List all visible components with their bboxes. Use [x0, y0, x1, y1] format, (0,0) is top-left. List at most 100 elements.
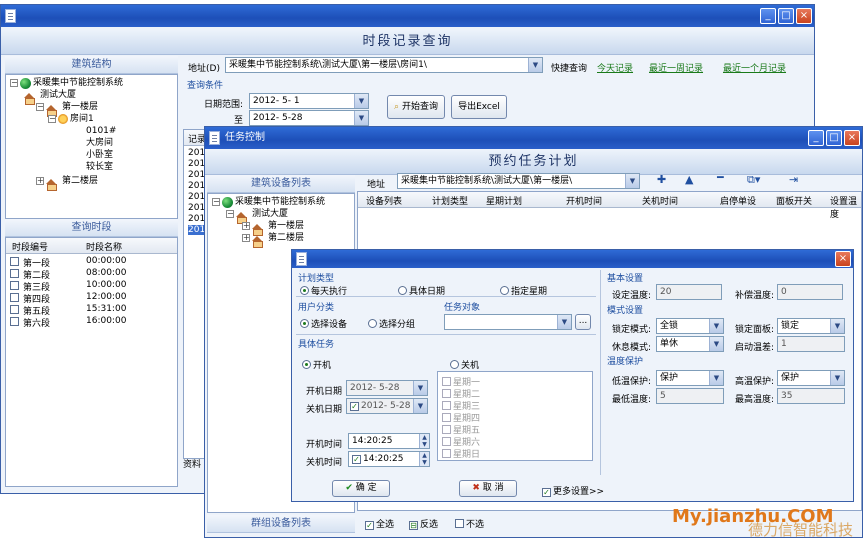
checkbox[interactable]: [442, 377, 451, 386]
chevron-down-icon[interactable]: ▼: [413, 399, 427, 413]
checkbox[interactable]: [442, 389, 451, 398]
chevron-down-icon[interactable]: ▼: [354, 94, 368, 108]
browse-button[interactable]: ...: [575, 314, 591, 330]
radio[interactable]: [368, 319, 377, 328]
date-to-input[interactable]: 2012- 5-28 ▼: [249, 110, 369, 126]
last-month-link[interactable]: 最近一个月记录: [723, 61, 786, 74]
date-from-input[interactable]: 2012- 5- 1 ▼: [249, 93, 369, 109]
maximize-icon[interactable]: □: [826, 130, 842, 146]
tree-node-floor2[interactable]: + 第二楼层: [242, 232, 304, 248]
period-row[interactable]: 第五段 15:31:00: [6, 304, 177, 317]
chevron-down-icon[interactable]: ▼: [709, 337, 723, 351]
rest-mode-select[interactable]: 单休 ▼: [656, 336, 724, 352]
last-week-link[interactable]: 最近一周记录: [649, 61, 703, 74]
task-control-titlebar[interactable]: 任务控制 _ □ ×: [205, 127, 862, 149]
stepper-icon[interactable]: ▲ ▼: [419, 434, 429, 448]
select-none-option[interactable]: 不选: [455, 517, 484, 530]
start-query-button[interactable]: ⌕ 开始查询: [387, 95, 445, 119]
checkbox[interactable]: [442, 413, 451, 422]
chevron-down-icon[interactable]: ▼: [557, 315, 571, 329]
tree-node-device[interactable]: 小卧室: [86, 149, 113, 161]
lock-mode-select[interactable]: 全锁 ▼: [656, 318, 724, 334]
checkbox[interactable]: [442, 437, 451, 446]
confirm-button[interactable]: ✔ 确 定: [332, 480, 390, 497]
radio[interactable]: [300, 319, 309, 328]
chevron-down-icon[interactable]: ▼: [830, 319, 844, 333]
chevron-down-icon[interactable]: ▼: [625, 174, 639, 188]
tree-node-device[interactable]: 0101#: [86, 125, 116, 137]
checkbox[interactable]: ✓: [542, 488, 551, 497]
set-temp-input[interactable]: 20: [656, 284, 722, 300]
off-date-input[interactable]: ✓ 2012- 5-28 ▼: [346, 398, 428, 414]
more-settings-toggle[interactable]: ✓ 更多设置>>: [542, 484, 604, 497]
copy-icon[interactable]: ⧉▾: [747, 173, 760, 187]
cancel-button[interactable]: ✖ 取 消: [459, 480, 517, 497]
chevron-down-icon[interactable]: ▼: [528, 58, 542, 72]
address-combo[interactable]: 采暖集中节能控制系统\测试大厦\第一楼层\ ▼: [397, 173, 640, 189]
checkbox[interactable]: [10, 317, 19, 326]
radio[interactable]: [450, 360, 459, 369]
min-temp-input[interactable]: 5: [656, 388, 724, 404]
exit-icon[interactable]: ⇥: [789, 173, 798, 186]
checkbox[interactable]: [455, 519, 464, 528]
max-temp-input[interactable]: 35: [777, 388, 845, 404]
add-icon[interactable]: ✚: [657, 173, 666, 186]
record-row[interactable]: 201: [188, 225, 206, 235]
records-window-titlebar[interactable]: _ □ ×: [1, 5, 814, 27]
tree-node-floor2[interactable]: + 第二楼层: [36, 175, 98, 191]
chevron-down-icon[interactable]: ▼: [709, 371, 723, 385]
period-row[interactable]: 第一段 00:00:00: [6, 256, 177, 269]
checkbox[interactable]: [10, 257, 19, 266]
period-row[interactable]: 第六段 16:00:00: [6, 316, 177, 329]
record-row[interactable]: 201: [188, 214, 205, 224]
checkbox[interactable]: ⊟: [409, 521, 418, 530]
high-protect-select[interactable]: 保护 ▼: [777, 370, 845, 386]
select-device-radio[interactable]: 选择设备: [300, 317, 347, 330]
tree-node-floor1[interactable]: − 第一楼层: [36, 101, 98, 117]
weekday-option[interactable]: 星期日: [442, 447, 480, 460]
off-time-input[interactable]: ✓ 14:20:25 ▲ ▼: [348, 451, 430, 467]
chevron-down-icon[interactable]: ▼: [354, 111, 368, 125]
today-records-link[interactable]: 今天记录: [597, 61, 633, 74]
period-row[interactable]: 第四段 12:00:00: [6, 292, 177, 305]
address-combo[interactable]: 采暖集中节能控制系统\测试大厦\第一楼层\房间1\ ▼: [225, 57, 543, 73]
checkbox[interactable]: ✓: [352, 455, 361, 464]
invert-selection-option[interactable]: ⊟ 反选: [409, 517, 438, 530]
checkbox[interactable]: [442, 425, 451, 434]
select-all-option[interactable]: ✓ 全选: [365, 517, 394, 530]
power-off-radio[interactable]: 关机: [450, 358, 479, 371]
remove-icon[interactable]: ━: [717, 171, 724, 184]
start-temp-diff-input[interactable]: 1: [777, 336, 845, 352]
close-icon[interactable]: ×: [796, 8, 812, 24]
radio[interactable]: [300, 286, 309, 295]
minimize-icon[interactable]: _: [808, 130, 824, 146]
task-target-combo[interactable]: ▼: [444, 314, 572, 330]
task-dialog-titlebar[interactable]: ×: [292, 250, 853, 268]
tree-node-system[interactable]: − 采暖集中节能控制系统: [10, 77, 123, 89]
checkbox[interactable]: [10, 305, 19, 314]
radio[interactable]: [398, 286, 407, 295]
chevron-down-icon[interactable]: ▼: [709, 319, 723, 333]
on-time-input[interactable]: 14:20:25 ▲ ▼: [348, 433, 430, 449]
tree-node-building[interactable]: 测试大厦: [24, 89, 76, 105]
comp-temp-input[interactable]: 0: [777, 284, 843, 300]
checkbox[interactable]: ✓: [350, 402, 359, 411]
select-group-radio[interactable]: 选择分组: [368, 317, 415, 330]
checkbox[interactable]: [10, 269, 19, 278]
power-on-radio[interactable]: 开机: [302, 358, 331, 371]
tree-node-building[interactable]: − 测试大厦: [226, 208, 288, 224]
low-protect-select[interactable]: 保护 ▼: [656, 370, 724, 386]
close-icon[interactable]: ×: [835, 251, 851, 267]
checkbox[interactable]: [10, 293, 19, 302]
move-up-icon[interactable]: ▲: [685, 173, 693, 186]
tree-node-system[interactable]: − 采暖集中节能控制系统: [212, 196, 325, 208]
checkbox[interactable]: [10, 281, 19, 290]
chevron-down-icon[interactable]: ▼: [413, 381, 427, 395]
stepper-icon[interactable]: ▲ ▼: [419, 452, 429, 466]
lock-panel-select[interactable]: 锁定 ▼: [777, 318, 845, 334]
export-excel-button[interactable]: 导出Excel: [451, 95, 507, 119]
tree-node-device[interactable]: 较长室: [86, 161, 113, 173]
checkbox[interactable]: ✓: [365, 521, 374, 530]
radio[interactable]: [500, 286, 509, 295]
tree-node-floor1[interactable]: + 第一楼层: [242, 220, 304, 236]
